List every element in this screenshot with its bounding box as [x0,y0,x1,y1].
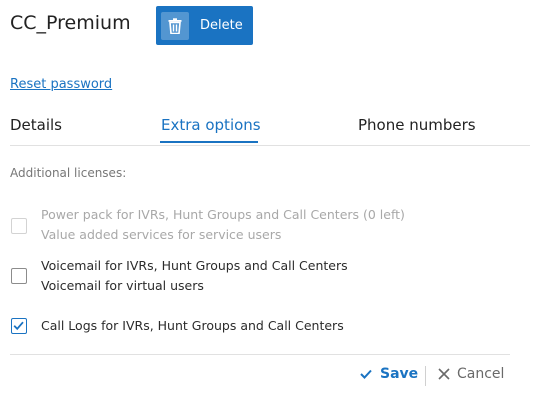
tab-details[interactable]: Details [10,116,62,134]
cancel-button[interactable]: Cancel [438,366,504,382]
cancel-label: Cancel [457,366,505,382]
power-pack-option: Power pack for IVRs, Hunt Groups and Cal… [41,205,405,245]
save-label: Save [380,366,419,382]
voicemail-label: Voicemail for IVRs, Hunt Groups and Call… [41,258,348,273]
close-icon [438,368,450,380]
active-tab-indicator [160,141,258,143]
call-logs-checkbox[interactable] [11,318,27,334]
power-pack-checkbox[interactable] [11,218,27,234]
call-logs-label: Call Logs for IVRs, Hunt Groups and Call… [41,318,344,333]
reset-password-link[interactable]: Reset password [10,77,112,92]
additional-licenses-label: Additional licenses: [10,166,127,180]
check-icon [360,369,372,379]
voicemail-checkbox[interactable] [11,268,27,284]
button-separator [425,366,426,386]
call-logs-option: Call Logs for IVRs, Hunt Groups and Call… [41,316,344,336]
voicemail-option: Voicemail for IVRs, Hunt Groups and Call… [41,256,348,296]
voicemail-sublabel: Voicemail for virtual users [41,278,204,293]
checkmark-icon [13,321,24,331]
trash-icon [161,11,189,40]
tab-phone-numbers[interactable]: Phone numbers [358,116,476,134]
footer-divider [10,354,510,355]
power-pack-label: Power pack for IVRs, Hunt Groups and Cal… [41,207,405,222]
delete-button-label: Delete [200,18,243,33]
tab-extra-options[interactable]: Extra options [161,116,261,134]
delete-button[interactable]: Delete [156,6,253,45]
page-title: CC_Premium [10,12,131,34]
power-pack-sublabel: Value added services for service users [41,227,282,242]
tabs-divider [10,145,530,146]
save-button[interactable]: Save [360,366,418,382]
